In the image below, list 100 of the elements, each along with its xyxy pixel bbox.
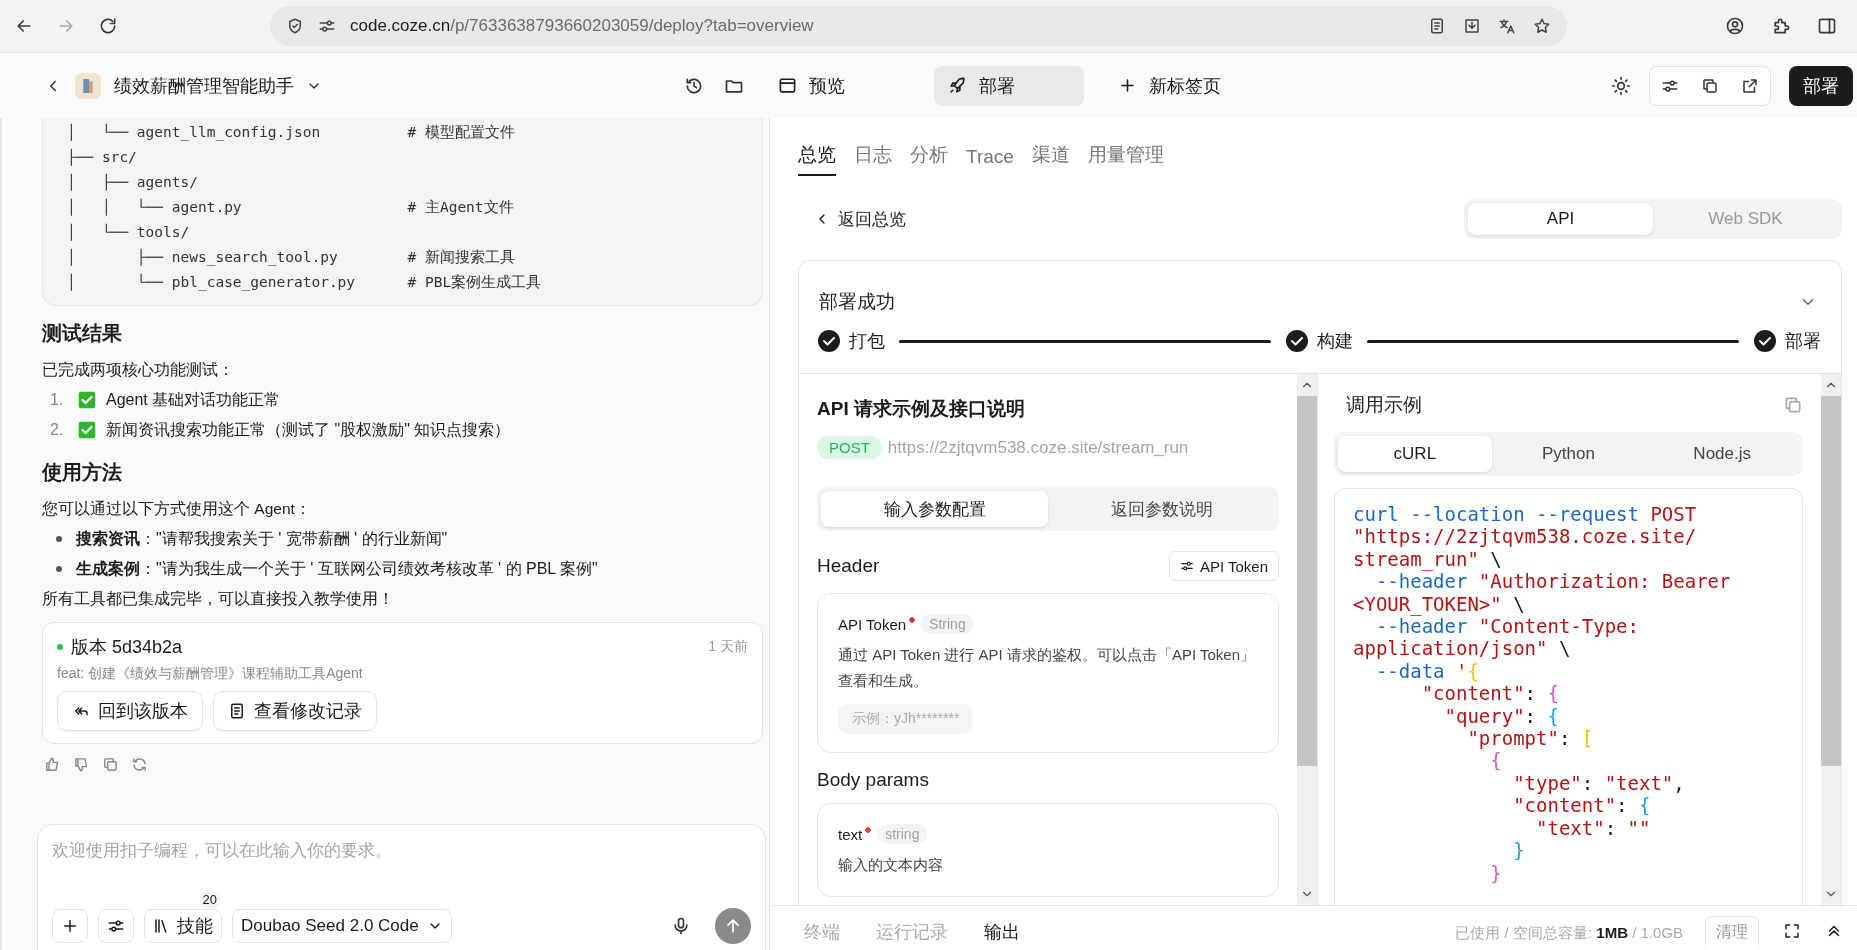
endpoint-url: https://2zjtqvm538.coze.site/stream_run: [887, 437, 1189, 458]
subsection-label: Header: [817, 555, 880, 577]
status-title: 部署成功: [819, 290, 895, 314]
code-line: }: [1512, 839, 1526, 862]
deploy-tab[interactable]: 用量管理: [1087, 136, 1164, 176]
api-token-button[interactable]: API Token: [1168, 551, 1279, 581]
theme-icon[interactable]: [1611, 75, 1631, 96]
list-item-text: 生成案例："请为我生成一个关于 ' 互联网公司绩效考核改革 ' 的 PBL 案例": [76, 558, 598, 579]
regenerate-icon[interactable]: [131, 756, 148, 773]
document-icon: [228, 702, 246, 720]
project-logo-icon: [74, 71, 102, 100]
language-tab[interactable]: Node.js: [1645, 436, 1799, 472]
step-label: 构建: [1317, 330, 1353, 353]
code-line: "type": "text",: [1512, 771, 1686, 795]
plus-icon: [1118, 76, 1137, 95]
code-line: --header "Content-Type:: [1375, 615, 1640, 638]
deploy-tab[interactable]: 分析: [910, 136, 948, 176]
history-button[interactable]: 查看修改记录: [213, 691, 377, 731]
example-tag: 示例：yJh********: [838, 704, 974, 734]
code-line: ├── src/: [67, 147, 138, 168]
header-tab[interactable]: 新标签页: [1104, 65, 1254, 106]
thumbs-up-icon[interactable]: [44, 756, 61, 773]
list-number: 1.: [50, 391, 65, 409]
header-tab[interactable]: 部署: [934, 65, 1084, 106]
star-icon[interactable]: [1533, 17, 1551, 35]
code-line: curl --location --request POST: [1353, 503, 1698, 526]
rocket-icon: [948, 76, 967, 95]
scrollbar-thumb[interactable]: [1297, 396, 1317, 767]
code-line: "content": {: [1512, 794, 1652, 817]
plus-icon: [61, 917, 79, 935]
deploy-tab[interactable]: 渠道: [1031, 136, 1070, 176]
shield-icon[interactable]: [286, 17, 304, 35]
thumbs-down-icon[interactable]: [73, 756, 90, 773]
param-tab[interactable]: 输入参数配置: [821, 491, 1048, 527]
reader-icon[interactable]: [1428, 17, 1446, 35]
paragraph: 您可以通过以下方式使用这个 Agent：: [42, 499, 312, 519]
version-title: 版本 5d34b2a: [71, 636, 183, 659]
scrollbar-thumb[interactable]: [1821, 396, 1841, 767]
reload-icon[interactable]: [98, 16, 118, 36]
param-name: text: [838, 825, 863, 843]
profile-icon[interactable]: [1725, 16, 1745, 36]
code-line: stream_run" \: [1353, 547, 1503, 571]
microphone-icon[interactable]: [671, 916, 691, 936]
param-tab[interactable]: 返回参数说明: [1048, 491, 1275, 527]
url-text: code.coze.cn/p/7633638793660203059/deploy?tab=overview: [350, 16, 814, 36]
paragraph: 已完成两项核心功能测试：: [42, 360, 235, 380]
count-badge: 20: [199, 891, 220, 908]
send-button[interactable]: [715, 908, 751, 944]
code-line: "content": {: [1420, 682, 1560, 705]
code-line: "text": "": [1535, 816, 1652, 840]
code-line: {: [1489, 749, 1503, 772]
paragraph: 所有工具都已集成完毕，可以直接投入教学使用！: [42, 589, 395, 609]
section-heading: 使用方法: [42, 460, 123, 485]
deploy-tab[interactable]: 总览: [798, 136, 836, 176]
copy-icon[interactable]: [1701, 76, 1719, 95]
section-title: 调用示例: [1346, 393, 1422, 417]
language-tab[interactable]: Python: [1491, 436, 1646, 472]
settings-button[interactable]: [98, 909, 134, 943]
add-button[interactable]: [52, 909, 88, 943]
commit-message: feat: 创建《绩效与薪酬管理》课程辅助工具Agent: [57, 665, 364, 683]
code-line: application/json" \: [1353, 637, 1572, 660]
mode-tab[interactable]: API: [1468, 203, 1653, 235]
code-line: "https://2zjtqvm538.coze.site/: [1353, 525, 1698, 548]
code-line: }: [1489, 861, 1503, 884]
bullet-dot: [56, 536, 62, 542]
puzzle-icon[interactable]: [1771, 16, 1791, 36]
skills-button[interactable]: 技能: [144, 909, 222, 943]
language-tab[interactable]: cURL: [1338, 436, 1492, 472]
subsection-label: Body params: [817, 769, 930, 791]
list-item-text: 新闻资讯搜索功能正常（测试了 "股权激励" 知识点搜索）: [106, 419, 511, 440]
window-icon: [778, 76, 797, 95]
section-title: API 请求示例及接口说明: [817, 397, 1026, 421]
deploy-tab[interactable]: Trace: [966, 140, 1014, 176]
model-dropdown[interactable]: Doubao Seed 2.0 Code: [232, 909, 452, 943]
message-composer[interactable]: 欢迎使用扣子编程，可以在此输入你的要求。 技能 20 Doubao Seed 2.0 Code: [37, 824, 766, 950]
external-link-icon[interactable]: [1741, 76, 1759, 95]
sidebar-icon[interactable]: [1817, 16, 1837, 36]
scrollbar[interactable]: [1821, 374, 1841, 905]
code-line: --header "Authorization: Bearer: [1375, 570, 1732, 593]
list-item-text: 搜索资讯："请帮我搜索关于 ' 宽带薪酬 ' 的行业新闻": [76, 528, 448, 549]
deploy-button[interactable]: 部署: [1789, 65, 1853, 106]
address-bar[interactable]: code.coze.cn/p/7633638793660203059/deploy?tab=overview: [270, 6, 1567, 46]
code-line: │ └── tools/: [67, 222, 191, 243]
revert-button[interactable]: 回到该版本: [57, 691, 203, 731]
panel-tab[interactable]: 输出: [984, 916, 1020, 948]
header-tab[interactable]: 预览: [764, 65, 914, 106]
storage-usage: 已使用 / 空间总容量: 1MB / 1.0GB: [1455, 923, 1683, 943]
list-item-text: Agent 基础对话功能正常: [106, 389, 281, 410]
translate-icon[interactable]: [1498, 17, 1516, 35]
scrollbar[interactable]: [1297, 374, 1317, 905]
type-tag: String: [921, 614, 974, 634]
deploy-tab[interactable]: 日志: [854, 136, 892, 176]
back-link[interactable]: 返回总览: [798, 207, 906, 231]
sliders-icon: [107, 917, 125, 935]
step-label: 部署: [1785, 330, 1821, 353]
fullscreen-icon[interactable]: [1783, 922, 1801, 940]
tune-icon[interactable]: [318, 17, 336, 35]
code-line: │ ├── news_search_tool.py # 新闻搜索工具: [67, 247, 516, 268]
download-icon[interactable]: [1463, 17, 1481, 35]
project-title[interactable]: 绩效薪酬管理智能助手: [114, 73, 294, 98]
